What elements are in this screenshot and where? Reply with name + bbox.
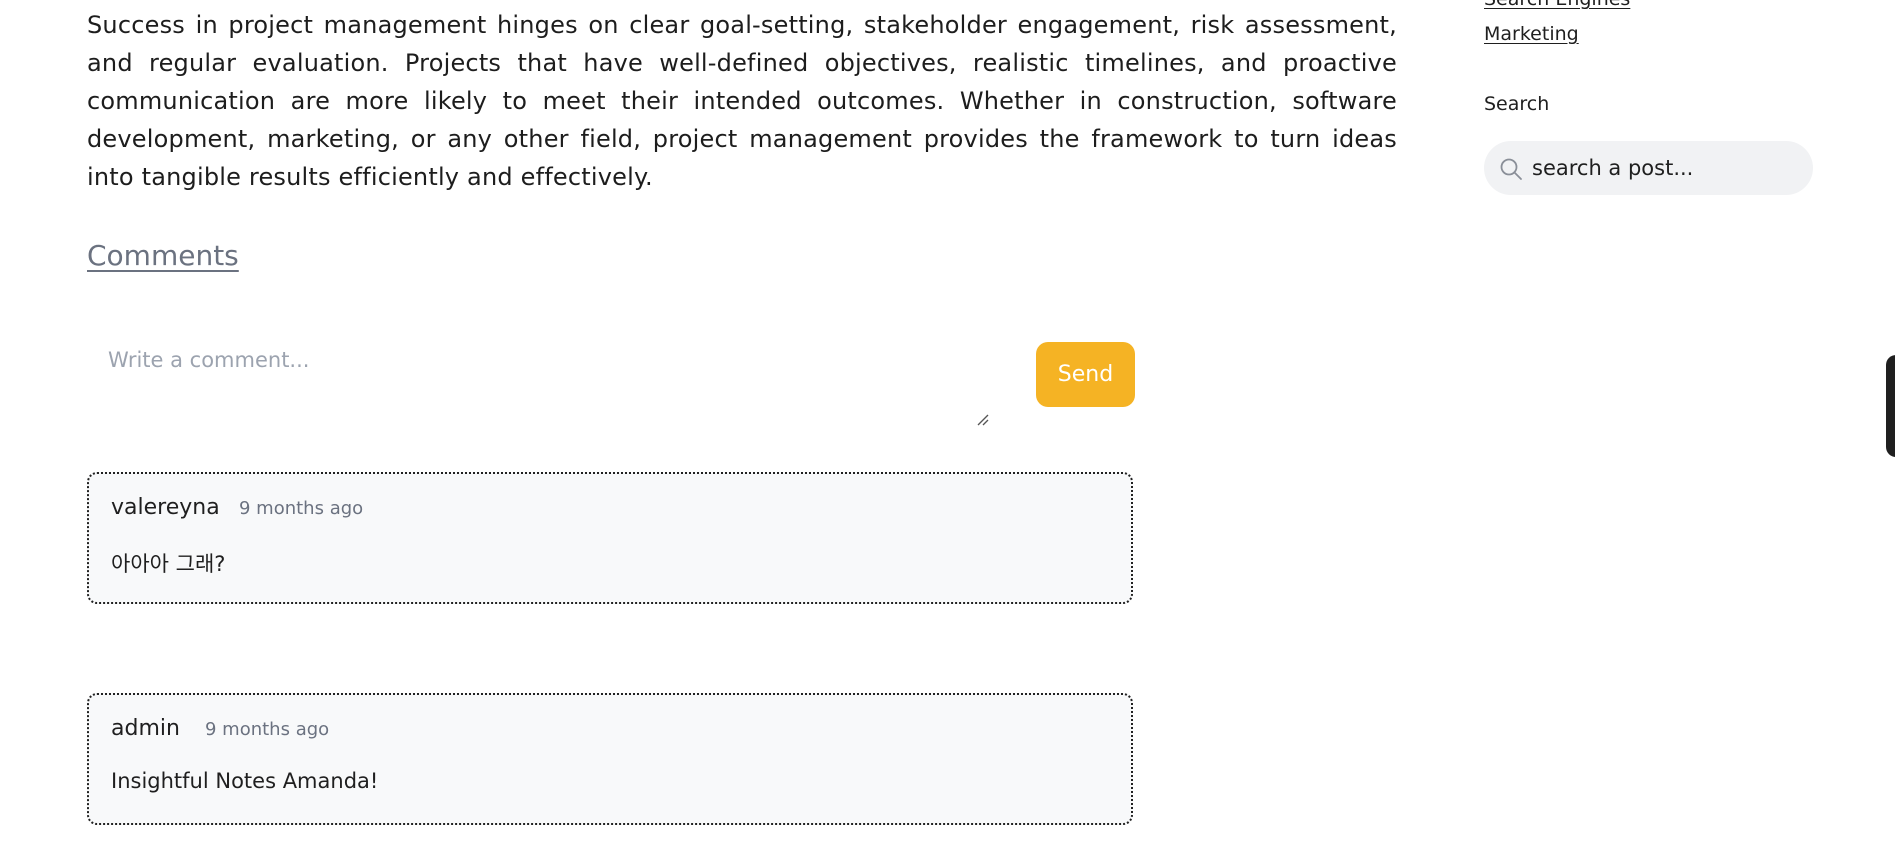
comment-text: Insightful Notes Amanda! (111, 769, 379, 793)
search-box[interactable] (1484, 141, 1813, 195)
comment-timestamp: 9 months ago (205, 719, 330, 740)
side-panel-handle[interactable] (1886, 355, 1895, 457)
comments-heading: Comments (87, 239, 239, 272)
search-input[interactable] (1532, 141, 1797, 195)
article-paragraph: Success in project management hinges on … (87, 11, 1397, 191)
comment-input[interactable] (87, 338, 995, 430)
search-heading: Search (1484, 93, 1550, 115)
comment-author: valereyna (111, 495, 220, 520)
comment-timestamp: 9 months ago (239, 498, 364, 519)
comment-author: admin (111, 716, 180, 741)
comment-text: 아아아 그래? (111, 552, 226, 576)
resize-grip-icon[interactable] (976, 413, 990, 427)
comment-card: admin 9 months ago Insightful Notes Aman… (87, 693, 1133, 825)
sidebar-category-marketing[interactable]: Marketing (1484, 23, 1579, 45)
sidebar-category-search-engines[interactable]: Search Engines (1484, 0, 1630, 10)
comment-card: valereyna 9 months ago 아아아 그래? (87, 472, 1133, 604)
send-button[interactable]: Send (1036, 342, 1135, 407)
search-icon (1500, 158, 1522, 180)
